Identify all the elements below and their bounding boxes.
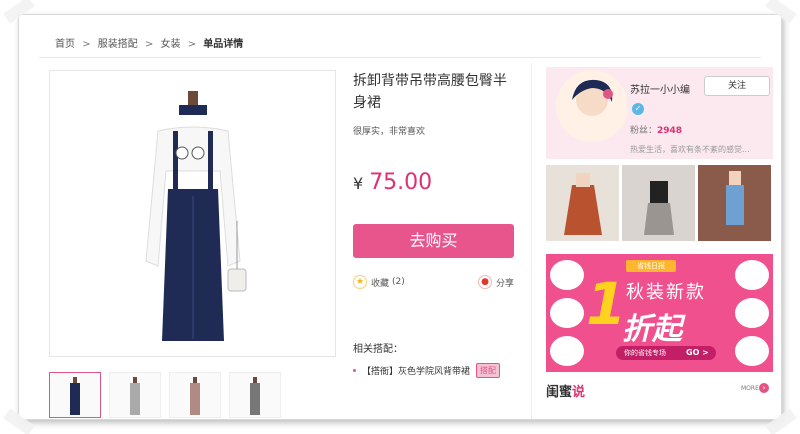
thumbnail[interactable] (49, 372, 101, 418)
promo-banner[interactable]: 省钱日报 1 秋装新款 折起 你的省钱专场 GO > (546, 254, 773, 372)
banner-tag: 省钱日报 (626, 260, 676, 272)
user-photo[interactable] (698, 165, 771, 241)
section-title: 闺蜜说 (546, 381, 585, 400)
user-photo-strip (546, 165, 773, 241)
banner-subline: 折起 (622, 312, 682, 347)
user-card: 苏拉一小小编 关注 ✓ 粉丝：2948 热爱生活，喜欢有条不紊的感觉... (546, 67, 773, 159)
sweater-icon (735, 298, 769, 328)
weibo-icon: ● (478, 275, 492, 289)
more-link[interactable]: MORE (741, 385, 759, 392)
verified-icon: ✓ (632, 103, 644, 115)
related-item-label: 【搭衙】灰色学院风背带裙 (362, 367, 471, 377)
fans-count: 粉丝：2948 (630, 123, 682, 136)
product-info: 拆卸背带吊带高腰包臀半身裙 很厚实，非常喜欢 ¥75.00 去购买 ★ 收藏 (… (353, 70, 518, 378)
fans-value: 2948 (657, 126, 683, 136)
user-photo[interactable] (622, 165, 695, 241)
price-value: 75.00 (369, 170, 433, 195)
jacket-icon (550, 260, 584, 290)
breadcrumb-home[interactable]: 首页 (55, 39, 75, 50)
related-item[interactable]: 【搭衙】灰色学院风背带裙 搭配 (353, 363, 533, 378)
breadcrumb: 首页 > 服装搭配 > 女装 > 单品详情 (55, 35, 247, 50)
boot-icon (735, 260, 769, 290)
section-title-b: 说 (572, 385, 586, 400)
breadcrumb-sep: > (144, 39, 154, 50)
page-frame: 首页 > 服装搭配 > 女装 > 单品详情 拆卸背带吊带高腰包臀半身裙 很厚实，… (18, 14, 782, 420)
avatar[interactable] (556, 70, 628, 142)
favorite-count: (2) (392, 277, 405, 287)
product-title: 拆卸背带吊带高腰包臀半身裙 (353, 73, 507, 111)
thumbnail-strip (49, 372, 336, 419)
shirt-icon (550, 336, 584, 366)
username[interactable]: 苏拉一小小编 (630, 81, 690, 96)
bag-icon (550, 298, 584, 328)
divider (39, 57, 761, 58)
share-label: 分享 (496, 278, 515, 289)
match-badge[interactable]: 搭配 (476, 363, 501, 378)
breadcrumb-sep: > (82, 39, 91, 50)
share-button[interactable]: ● 分享 (478, 275, 514, 289)
product-price: ¥75.00 (353, 170, 432, 195)
user-bio: 热爱生活，喜欢有条不紊的感觉... (630, 145, 750, 154)
banner-go[interactable]: GO > (686, 346, 709, 360)
star-icon: ★ (353, 275, 367, 289)
breadcrumb-women[interactable]: 女装 (161, 39, 181, 50)
banner-digit: 1 (586, 270, 627, 338)
currency-symbol: ¥ (353, 174, 364, 193)
thumbnail[interactable] (169, 372, 221, 418)
handbag-icon (735, 336, 769, 366)
product-main-image (49, 70, 336, 357)
fans-label: 粉丝： (630, 126, 658, 136)
breadcrumb-outfit[interactable]: 服装搭配 (98, 39, 138, 50)
bullet (353, 369, 356, 372)
follow-button[interactable]: 关注 (704, 76, 770, 96)
favorite-label: 收藏 (371, 278, 390, 289)
thumbnail[interactable] (109, 372, 161, 418)
arrow-right-icon[interactable]: › (759, 383, 769, 393)
section-title-a: 闺蜜 (546, 385, 573, 400)
buy-button[interactable]: 去购买 (353, 224, 514, 258)
related-title: 相关搭配： (353, 344, 403, 355)
user-photo[interactable] (546, 165, 619, 241)
banner-headline: 秋装新款 (626, 282, 706, 303)
favorite-button[interactable]: ★ 收藏 (2) (353, 275, 405, 289)
thumbnail[interactable] (229, 372, 281, 418)
breadcrumb-current: 单品详情 (203, 39, 244, 50)
column-divider (531, 63, 532, 419)
breadcrumb-sep: > (187, 39, 197, 50)
product-subtitle: 很厚实，非常喜欢 (353, 127, 426, 137)
